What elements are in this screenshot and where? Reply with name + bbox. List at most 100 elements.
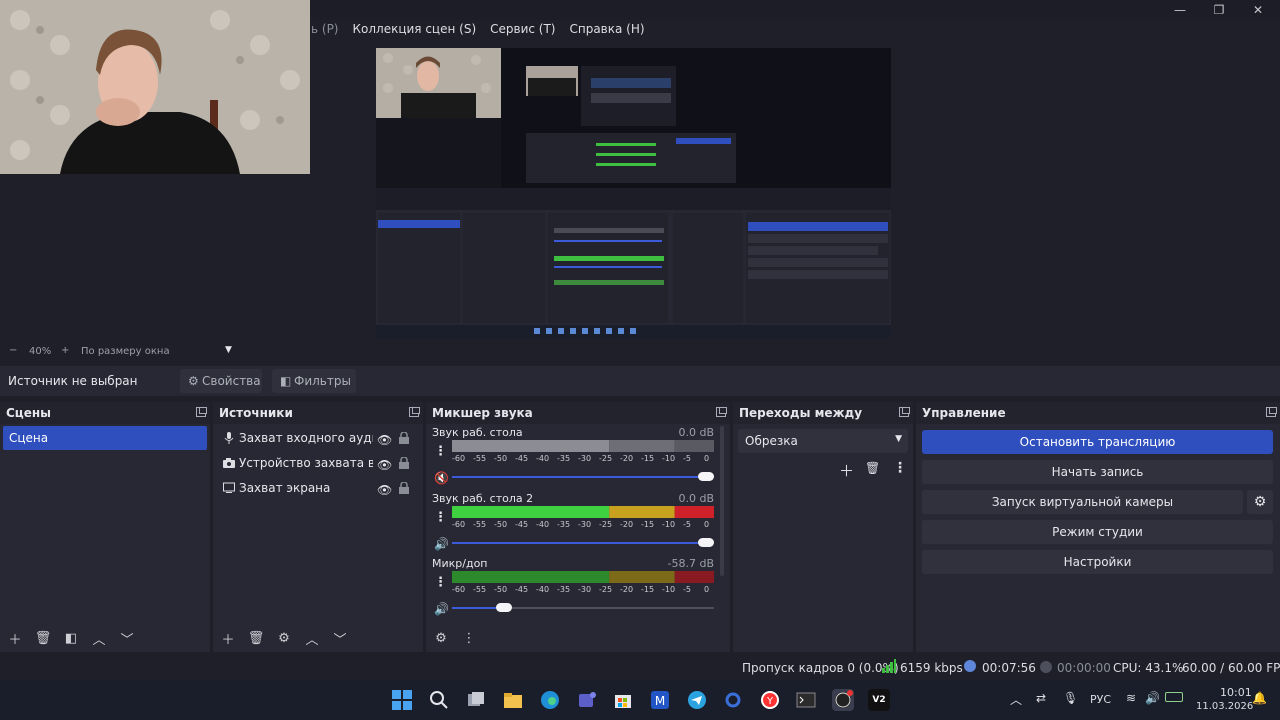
volume-slider[interactable] [452, 538, 714, 547]
volume-icon[interactable]: 🔊 [1145, 691, 1160, 705]
undock-icon[interactable] [716, 407, 727, 417]
gear-icon[interactable]: ⚙ [1247, 490, 1273, 514]
lock-icon[interactable] [399, 482, 409, 494]
lock-icon[interactable] [399, 457, 409, 469]
battery-icon[interactable] [1165, 692, 1183, 702]
teams-icon[interactable] [576, 689, 598, 711]
monitor-icon [223, 482, 235, 493]
scale-tick: -40 [536, 454, 550, 463]
chevron-up-icon[interactable]: ︿ [301, 629, 323, 648]
kebab-menu-icon[interactable]: ⋮ [434, 575, 447, 590]
task-view-icon[interactable] [465, 689, 487, 711]
zoom-out-button[interactable]: − [9, 345, 17, 356]
properties-button[interactable]: ⚙ Свойства [180, 369, 262, 393]
trash-icon[interactable]: 🗑 [245, 631, 267, 646]
volume-knob[interactable] [698, 538, 714, 547]
terminal-icon[interactable] [795, 689, 817, 711]
muted-speaker-icon[interactable]: 🔇 [434, 471, 449, 485]
signal-icon [882, 659, 896, 676]
chevron-up-icon[interactable]: ︿ [88, 629, 110, 648]
kebab-menu-icon[interactable]: ⋮ [893, 460, 907, 476]
chevron-down-icon[interactable]: ﹀ [329, 629, 351, 648]
eye-icon[interactable]: 👁 [377, 479, 392, 501]
eye-icon[interactable]: 👁 [377, 429, 392, 451]
undock-icon[interactable] [409, 407, 420, 417]
menu-help[interactable]: Справка (H) [568, 22, 645, 40]
microphone-icon[interactable]: 🎙 [1063, 691, 1078, 705]
obs-taskbar-icon[interactable] [832, 689, 854, 711]
undock-icon[interactable] [1266, 407, 1277, 417]
volume-fill [452, 542, 698, 544]
settings-button[interactable]: Настройки [922, 550, 1273, 574]
scale-tick: -15 [641, 520, 655, 529]
gear-icon: ⚙ [188, 374, 199, 388]
zoom-in-button[interactable]: + [61, 345, 69, 356]
scale-tick: -45 [515, 520, 529, 529]
search-icon[interactable] [428, 689, 450, 711]
webcam-image [0, 0, 310, 174]
filter-icon[interactable]: ◧ [60, 631, 82, 646]
menu-scene-collection[interactable]: Коллекция сцен (S) [352, 22, 478, 40]
zoom-fit-select[interactable]: По размеру окна [81, 346, 170, 357]
add-icon[interactable]: ＋ [4, 629, 26, 648]
virtual-camera-button[interactable]: Запуск виртуальной камеры [922, 490, 1243, 514]
wifi-icon[interactable]: ≋ [1126, 691, 1136, 705]
studio-mode-button[interactable]: Режим студии [922, 520, 1273, 544]
filters-button[interactable]: ◧ Фильтры [272, 369, 356, 393]
volume-slider[interactable] [452, 603, 714, 612]
minimize-icon[interactable]: — [1172, 2, 1188, 18]
preview-canvas[interactable] [376, 48, 891, 338]
source-item[interactable]: Устройство захвата виде 👁 [219, 452, 411, 474]
source-item[interactable]: Захват экрана 👁 [219, 477, 411, 499]
maximize-icon[interactable]: ❐ [1211, 2, 1227, 18]
speaker-icon[interactable]: 🔊 [434, 602, 449, 616]
speaker-icon[interactable]: 🔊 [434, 537, 449, 551]
mixer-settings-icon[interactable]: ⚙ [430, 631, 452, 646]
trash-icon[interactable]: 🗑 [865, 461, 880, 475]
start-record-button[interactable]: Начать запись [922, 460, 1273, 484]
clock-time[interactable]: 10:01 [1220, 686, 1252, 699]
yandex-browser-icon[interactable]: Y [759, 689, 781, 711]
settings-app-icon[interactable] [722, 689, 744, 711]
transition-select[interactable]: Обрезка ▼ [738, 429, 908, 453]
lock-icon[interactable] [399, 432, 409, 444]
notification-icon[interactable]: 🔔 [1252, 691, 1267, 705]
volume-knob[interactable] [496, 603, 513, 612]
menu-tools[interactable]: Сервис (T) [489, 22, 556, 40]
chevron-up-icon[interactable]: ︿ [1010, 691, 1022, 708]
kebab-menu-icon[interactable]: ⋮ [434, 510, 447, 525]
undock-icon[interactable] [196, 407, 207, 417]
svg-text:Y: Y [766, 696, 774, 707]
kebab-menu-icon[interactable]: ⋮ [434, 444, 447, 459]
chevron-down-icon[interactable]: ▼ [225, 345, 232, 355]
stop-stream-button[interactable]: Остановить трансляцию [922, 430, 1273, 454]
store-icon[interactable] [612, 689, 634, 711]
windows-start-icon[interactable] [391, 689, 413, 711]
gear-icon[interactable]: ⚙ [273, 631, 295, 646]
add-icon[interactable]: ＋ [839, 460, 854, 481]
v2-app-icon[interactable]: V2 [868, 689, 890, 711]
eye-icon[interactable]: 👁 [377, 454, 392, 476]
mixer-scrollbar[interactable] [720, 426, 724, 576]
scale-tick: -45 [515, 585, 529, 594]
undock-icon[interactable] [899, 407, 910, 417]
menu-partial[interactable]: ь (P) [310, 22, 340, 40]
clock-date[interactable]: 11.03.2026 [1196, 701, 1253, 712]
language-indicator[interactable]: РУС [1090, 693, 1111, 706]
source-item[interactable]: Захват входного аудиопс 👁 [219, 427, 411, 449]
network-adapter-icon[interactable]: ⇄ [1036, 691, 1046, 705]
volume-fill [452, 476, 698, 478]
scene-item[interactable]: Сцена [3, 426, 207, 450]
close-icon[interactable]: ✕ [1250, 2, 1266, 18]
volume-knob[interactable] [698, 472, 714, 481]
telegram-icon[interactable] [686, 689, 708, 711]
kebab-menu-icon[interactable]: ⋮ [458, 631, 480, 646]
scale-tick: -35 [557, 454, 571, 463]
file-explorer-icon[interactable] [502, 689, 524, 711]
trash-icon[interactable]: 🗑 [32, 631, 54, 646]
edge-icon[interactable] [539, 689, 561, 711]
add-icon[interactable]: ＋ [217, 629, 239, 648]
volume-slider[interactable] [452, 472, 714, 481]
chevron-down-icon[interactable]: ﹀ [116, 629, 138, 648]
app-m-icon[interactable]: M [649, 689, 671, 711]
